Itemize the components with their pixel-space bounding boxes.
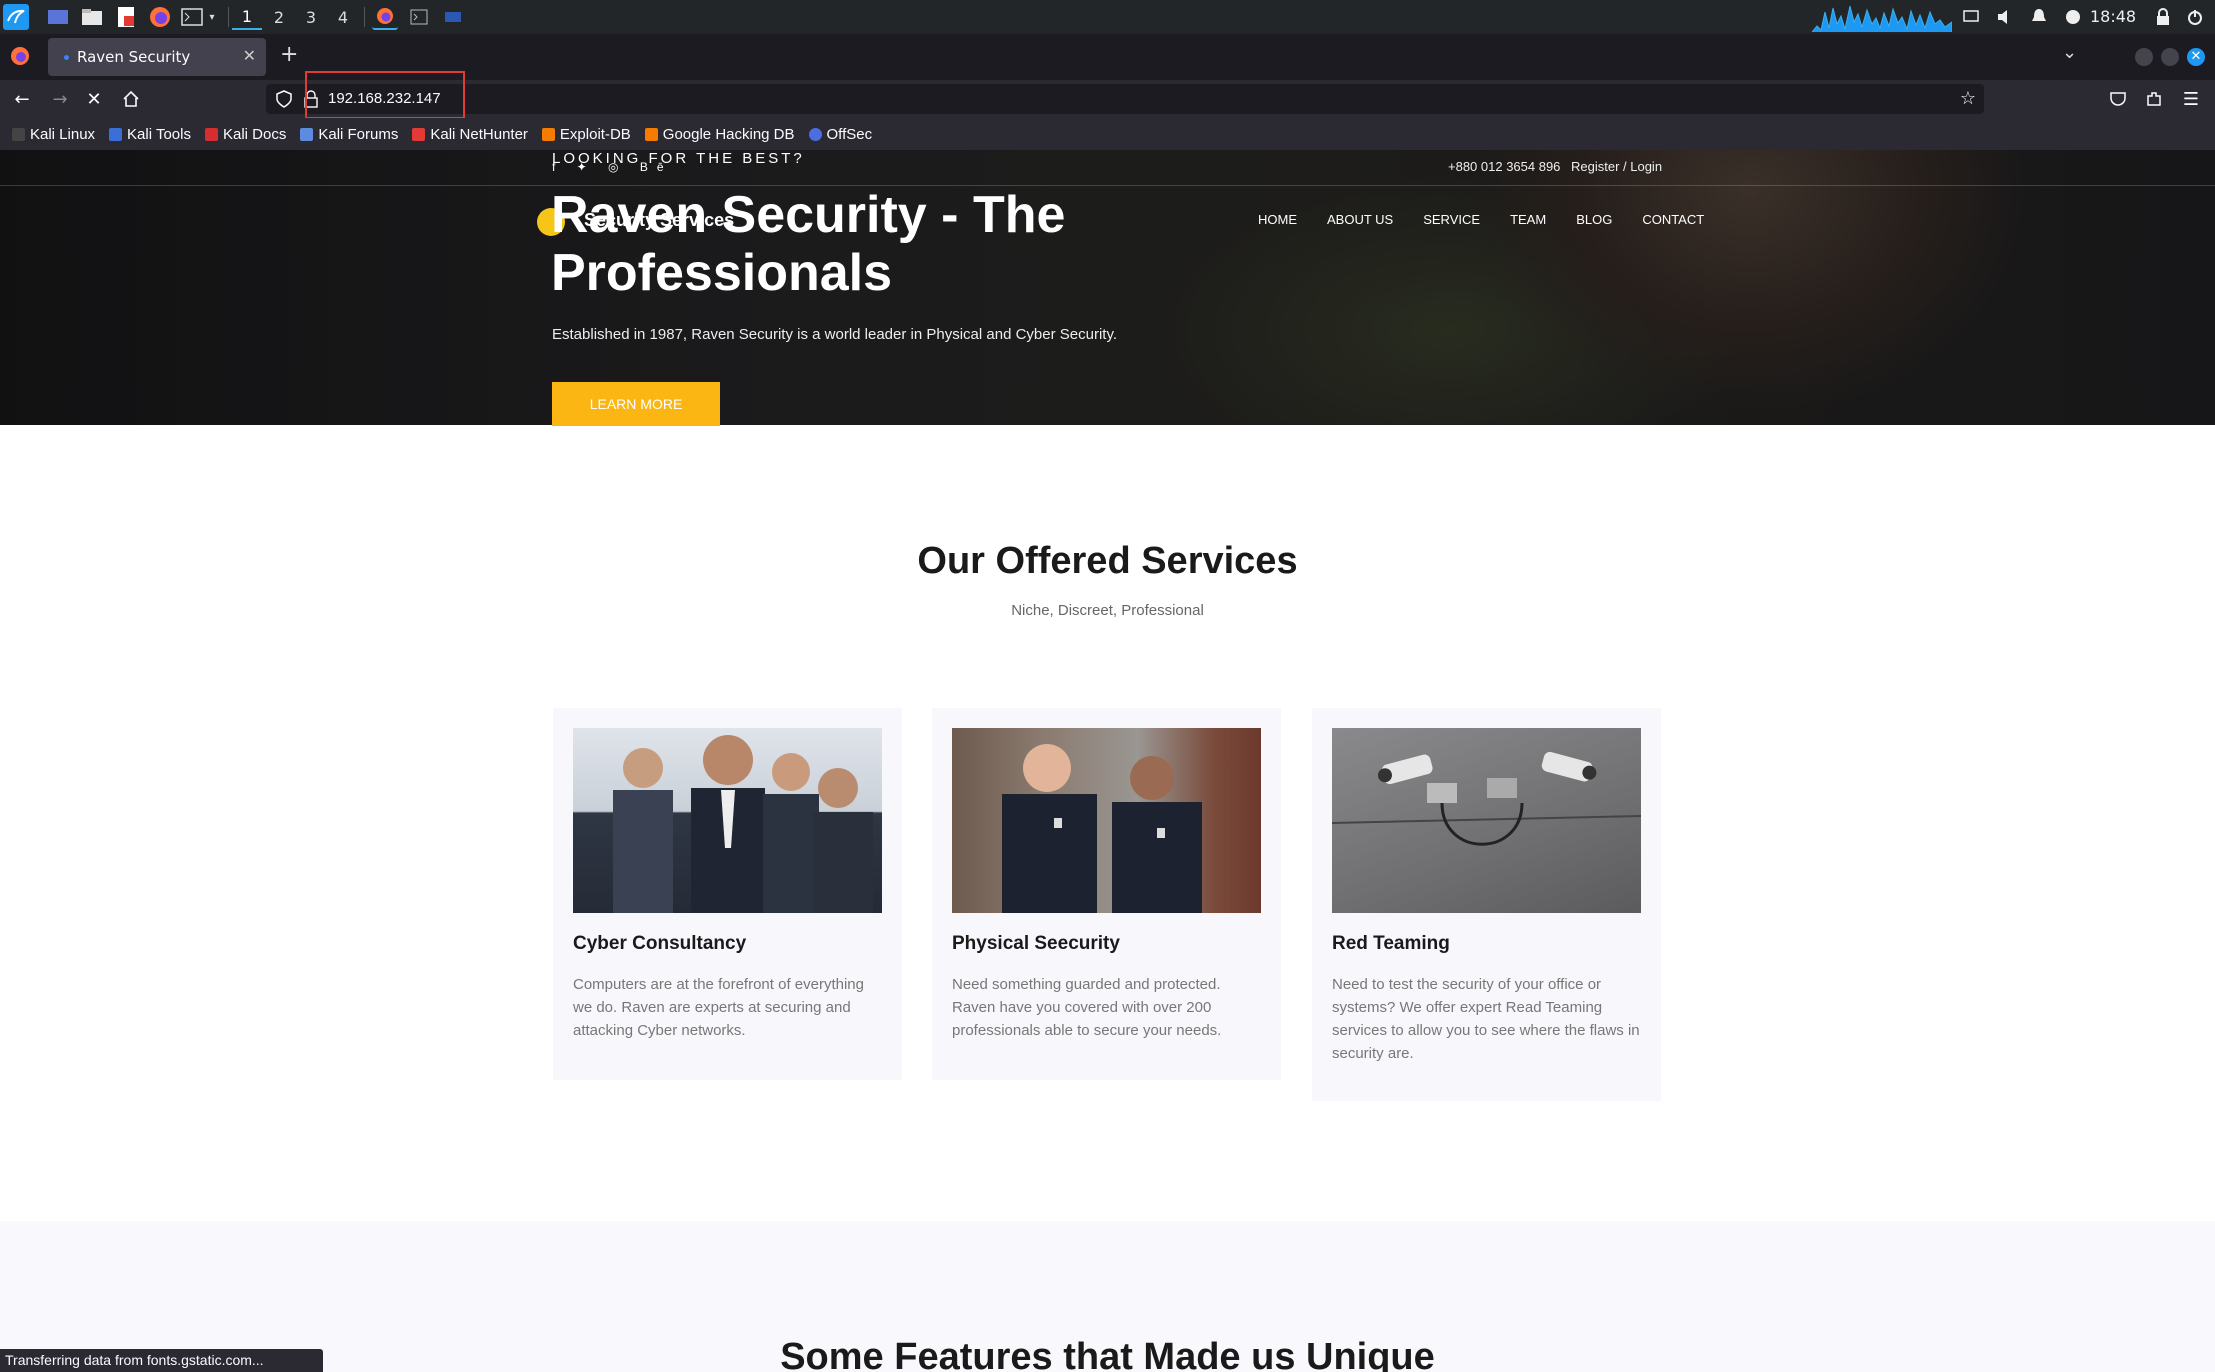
kali-docs-icon [204,127,218,141]
firefox-window-icon[interactable] [372,4,398,30]
workspace-1[interactable]: 1 [232,4,262,30]
card-text: Need something guarded and protected. Ra… [952,976,1222,1039]
nav-about-us[interactable]: ABOUT US [1327,212,1393,227]
taskbar-divider [228,7,229,27]
shield-icon[interactable] [276,90,292,112]
register-login-link[interactable]: Register / Login [1571,159,1662,174]
new-tab-icon[interactable]: + [280,42,298,67]
workspace-3[interactable]: 3 [296,4,326,30]
nav-team[interactable]: TEAM [1510,212,1546,227]
chevron-down-icon[interactable]: ⌄ [2062,42,2077,63]
bookmark-google-hacking-db[interactable]: Google Hacking DB [644,126,795,143]
menu-icon[interactable]: ☰ [2177,86,2205,112]
security-guards-photo [952,728,1261,913]
show-desktop-icon[interactable] [45,4,71,30]
tab-loading-icon [64,54,69,60]
extensions-icon[interactable] [2140,86,2168,112]
stop-loading-icon[interactable]: ✕ [80,86,108,112]
workspace-2[interactable]: 2 [264,4,294,30]
exploit-db-icon [541,127,555,141]
social-links[interactable]: f ✦ ◎ Bē [552,160,673,174]
terminal-launcher-icon[interactable] [179,4,205,30]
card-text: Need to test the security of your office… [1332,976,1640,1062]
url-text[interactable]: 192.168.232.147 [328,90,441,107]
hero-title: Raven Security - The Professionals [551,186,1066,302]
cctv-cameras-photo [1332,728,1641,913]
volume-icon[interactable] [1992,4,2018,30]
hero-subtitle: Established in 1987, Raven Security is a… [552,326,1118,343]
service-card-physical[interactable]: Physical Seecurity Need something guarde… [932,708,1281,1080]
maximize-window-button[interactable] [2161,48,2179,66]
firefox-launcher-icon[interactable] [147,4,173,30]
text-editor-icon[interactable] [113,4,139,30]
desktop-taskbar: ▾ 1 2 3 4 18:48 [0,0,2215,34]
power-icon[interactable] [2182,4,2208,30]
window-icon[interactable] [440,4,466,30]
display-icon[interactable] [1958,4,1984,30]
close-tab-icon[interactable]: ✕ [243,46,256,65]
clock-time[interactable]: 18:48 [2090,0,2136,34]
kali-forums-icon [300,127,314,141]
card-title: Red Teaming [1332,933,1450,954]
firefox-view-icon[interactable] [10,46,30,70]
web-page: LOOKING FOR THE BEST? f ✦ ◎ Bē +880 012 … [0,150,2215,1372]
home-icon[interactable] [117,86,145,112]
lock-icon[interactable] [2150,4,2176,30]
main-nav: HOME ABOUT US SERVICE TEAM BLOG CONTACT [1258,212,1734,227]
bookmark-star-icon[interactable]: ☆ [1960,88,1976,109]
services-subtitle: Niche, Discreet, Professional [1011,602,1204,619]
nav-home[interactable]: HOME [1258,212,1297,227]
browser-tab-bar: Raven Security ✕ + ⌄ ✕ [0,34,2215,80]
kali-dragon-icon [12,127,25,141]
status-bar: Transferring data from fonts.gstatic.com… [0,1349,323,1372]
bookmark-exploit-db[interactable]: Exploit-DB [541,126,631,143]
lock-icon[interactable] [304,90,318,112]
workspace-4[interactable]: 4 [328,4,358,30]
tab-title: Raven Security [77,48,191,66]
close-window-button[interactable]: ✕ [2187,48,2205,66]
bookmarks-toolbar: Kali Linux Kali Tools Kali Docs Kali For… [0,118,2215,150]
pocket-icon[interactable] [2104,86,2132,112]
services-title: Our Offered Services [917,540,1298,582]
service-card-cyber[interactable]: Cyber Consultancy Computers are at the f… [553,708,902,1080]
nav-service[interactable]: SERVICE [1423,212,1480,227]
nethunter-icon [412,127,426,141]
bookmark-kali-forums[interactable]: Kali Forums [300,126,398,143]
nav-contact[interactable]: CONTACT [1642,212,1704,227]
taskbar-divider [364,7,365,27]
business-team-photo [573,728,882,913]
card-title: Cyber Consultancy [573,933,747,954]
forward-arrow-icon[interactable]: → [46,86,74,112]
ghdb-icon [644,127,658,141]
terminal-window-icon[interactable] [406,4,432,30]
browser-nav-bar: ← → ✕ 192.168.232.147 ☆ ☰ [0,80,2215,118]
notifications-icon[interactable] [2026,4,2052,30]
chevron-down-icon[interactable]: ▾ [205,4,219,30]
kali-tools-icon [109,127,123,141]
bookmark-kali-linux[interactable]: Kali Linux [12,126,95,143]
nav-blog[interactable]: BLOG [1576,212,1612,227]
kali-menu-icon[interactable] [3,4,29,30]
clock-icon [2060,4,2086,30]
bookmark-offsec[interactable]: OffSec [808,126,872,143]
learn-more-button[interactable]: LEARN MORE [552,382,720,426]
back-arrow-icon[interactable]: ← [8,86,36,112]
tab-raven-security[interactable]: Raven Security ✕ [48,38,266,76]
service-card-red-teaming[interactable]: Red Teaming Need to test the security of… [1312,708,1661,1101]
bookmark-kali-nethunter[interactable]: Kali NetHunter [412,126,528,143]
offsec-icon [808,127,822,141]
card-text: Computers are at the forefront of everyt… [573,976,864,1039]
minimize-window-button[interactable] [2135,48,2153,66]
cpu-graph [1811,2,1953,33]
bookmark-kali-tools[interactable]: Kali Tools [109,126,191,143]
hero-banner: LOOKING FOR THE BEST? f ✦ ◎ Bē +880 012 … [0,150,2215,426]
phone-number: +880 012 3654 896 [1448,159,1561,174]
file-manager-icon[interactable] [79,4,105,30]
url-bar[interactable]: 192.168.232.147 ☆ [266,84,1984,114]
card-title: Physical Seecurity [952,933,1120,954]
bookmark-kali-docs[interactable]: Kali Docs [204,126,286,143]
features-title: Some Features that Made us Unique [780,1336,1435,1372]
